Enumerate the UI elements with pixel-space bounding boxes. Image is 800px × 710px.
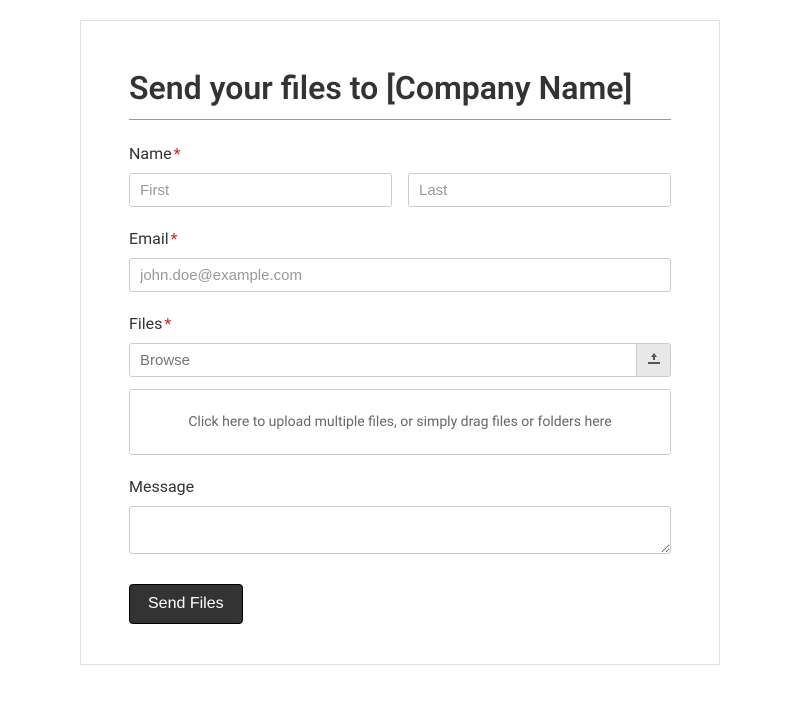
message-label-text: Message [129, 477, 194, 496]
dropzone-text: Click here to upload multiple files, or … [188, 414, 611, 430]
file-dropzone[interactable]: Click here to upload multiple files, or … [129, 389, 671, 455]
files-label-text: Files [129, 314, 162, 333]
email-field-group: Email* [129, 229, 671, 292]
first-name-input[interactable] [129, 173, 392, 207]
message-label: Message [129, 477, 671, 496]
browse-row [129, 343, 671, 377]
last-name-input[interactable] [408, 173, 671, 207]
email-label: Email* [129, 229, 671, 248]
files-required-mark: * [164, 314, 171, 333]
browse-button[interactable] [637, 343, 671, 377]
files-field-group: Files* Click here to upload multiple fil… [129, 314, 671, 455]
message-field-group: Message [129, 477, 671, 558]
email-required-mark: * [171, 229, 178, 248]
message-textarea[interactable] [129, 506, 671, 554]
email-input[interactable] [129, 258, 671, 292]
name-label-text: Name [129, 144, 172, 163]
files-label: Files* [129, 314, 671, 333]
name-field-group: Name* [129, 144, 671, 207]
form-container: Send your files to [Company Name] Name* … [80, 20, 720, 665]
title-divider [129, 119, 671, 120]
name-label: Name* [129, 144, 671, 163]
name-required-mark: * [174, 144, 181, 163]
name-row [129, 173, 671, 207]
send-files-button[interactable]: Send Files [129, 584, 243, 624]
browse-input[interactable] [129, 343, 637, 377]
upload-icon [647, 353, 661, 368]
page-title: Send your files to [Company Name] [129, 69, 671, 107]
email-label-text: Email [129, 229, 169, 248]
